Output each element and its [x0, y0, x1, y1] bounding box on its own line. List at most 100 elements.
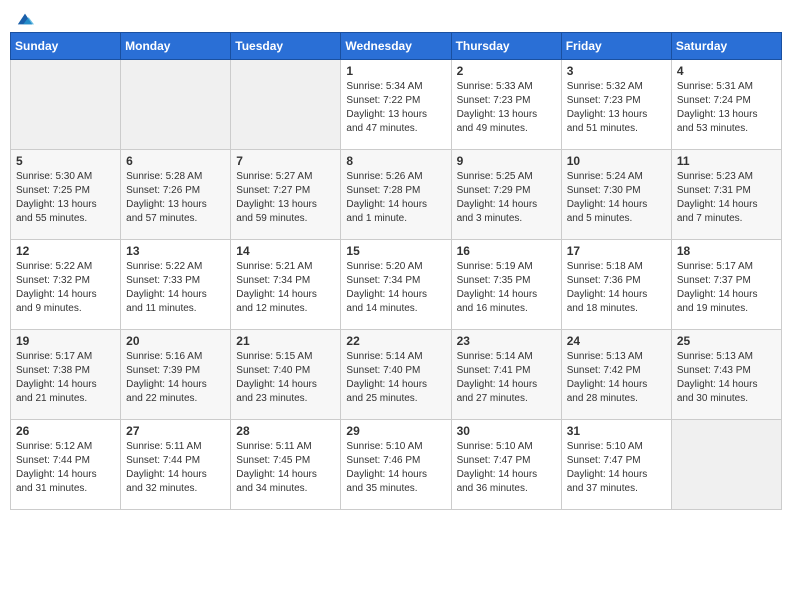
calendar-cell: 26 Sunrise: 5:12 AM Sunset: 7:44 PM Dayli… — [11, 420, 121, 510]
day-number: 3 — [567, 64, 666, 78]
day-info: Sunrise: 5:15 AM Sunset: 7:40 PM Dayligh… — [236, 350, 335, 406]
calendar-cell: 3Sunrise: 5:32 AM Sunset: 7:23 PM Daylig… — [561, 60, 671, 150]
calendar-cell — [11, 60, 121, 150]
day-info: Sunrise: 5:21 AM Sunset: 7:34 PM Dayligh… — [236, 260, 335, 316]
day-number: 8 — [346, 154, 445, 168]
calendar-cell: 4 Sunrise: 5:31 AM Sunset: 7:24 PM Daylig… — [671, 60, 781, 150]
day-info: Sunrise: 5:26 AM Sunset: 7:28 PM Dayligh… — [346, 170, 445, 226]
day-number: 26 — [16, 424, 115, 438]
day-info: Sunrise: 5:27 AM Sunset: 7:27 PM Dayligh… — [236, 170, 335, 226]
day-number: 14 — [236, 244, 335, 258]
day-number: 24 — [567, 334, 666, 348]
calendar-cell: 5 Sunrise: 5:30 AM Sunset: 7:25 PM Daylig… — [11, 150, 121, 240]
day-info: Sunrise: 5:12 AM Sunset: 7:44 PM Dayligh… — [16, 440, 115, 496]
calendar-cell: 12 Sunrise: 5:22 AM Sunset: 7:32 PM Dayli… — [11, 240, 121, 330]
day-number: 12 — [16, 244, 115, 258]
day-number: 9 — [457, 154, 556, 168]
day-info: Sunrise: 5:24 AM Sunset: 7:30 PM Dayligh… — [567, 170, 666, 226]
calendar-cell: 2Sunrise: 5:33 AM Sunset: 7:23 PM Daylig… — [451, 60, 561, 150]
day-info: Sunrise: 5:30 AM Sunset: 7:25 PM Dayligh… — [16, 170, 115, 226]
calendar-cell: 8 Sunrise: 5:26 AM Sunset: 7:28 PM Daylig… — [341, 150, 451, 240]
day-number: 4 — [677, 64, 776, 78]
day-info: Sunrise: 5:25 AM Sunset: 7:29 PM Dayligh… — [457, 170, 556, 226]
day-number: 20 — [126, 334, 225, 348]
day-number: 30 — [457, 424, 556, 438]
day-info: Sunrise: 5:10 AM Sunset: 7:47 PM Dayligh… — [567, 440, 666, 496]
day-info: Sunrise: 5:22 AM Sunset: 7:33 PM Dayligh… — [126, 260, 225, 316]
day-info: Sunrise: 5:13 AM Sunset: 7:42 PM Dayligh… — [567, 350, 666, 406]
day-number: 2 — [457, 64, 556, 78]
calendar-cell: 17 Sunrise: 5:18 AM Sunset: 7:36 PM Dayli… — [561, 240, 671, 330]
calendar-cell: 6 Sunrise: 5:28 AM Sunset: 7:26 PM Daylig… — [121, 150, 231, 240]
day-number: 22 — [346, 334, 445, 348]
weekday-header: Saturday — [671, 33, 781, 60]
calendar-cell: 7 Sunrise: 5:27 AM Sunset: 7:27 PM Daylig… — [231, 150, 341, 240]
weekday-header-row: SundayMondayTuesdayWednesdayThursdayFrid… — [11, 33, 782, 60]
day-info: Sunrise: 5:11 AM Sunset: 7:44 PM Dayligh… — [126, 440, 225, 496]
day-info: Sunrise: 5:11 AM Sunset: 7:45 PM Dayligh… — [236, 440, 335, 496]
day-info: Sunrise: 5:34 AM Sunset: 7:22 PM Dayligh… — [346, 80, 445, 136]
calendar-cell: 9 Sunrise: 5:25 AM Sunset: 7:29 PM Daylig… — [451, 150, 561, 240]
day-number: 31 — [567, 424, 666, 438]
weekday-header: Tuesday — [231, 33, 341, 60]
day-number: 10 — [567, 154, 666, 168]
calendar-cell — [231, 60, 341, 150]
day-number: 17 — [567, 244, 666, 258]
day-number: 18 — [677, 244, 776, 258]
calendar-cell: 30 Sunrise: 5:10 AM Sunset: 7:47 PM Dayli… — [451, 420, 561, 510]
day-number: 13 — [126, 244, 225, 258]
calendar-cell: 22Sunrise: 5:14 AM Sunset: 7:40 PM Dayli… — [341, 330, 451, 420]
calendar-cell: 18 Sunrise: 5:17 AM Sunset: 7:37 PM Dayli… — [671, 240, 781, 330]
week-row: 26 Sunrise: 5:12 AM Sunset: 7:44 PM Dayli… — [11, 420, 782, 510]
day-number: 21 — [236, 334, 335, 348]
day-info: Sunrise: 5:18 AM Sunset: 7:36 PM Dayligh… — [567, 260, 666, 316]
calendar-cell: 20Sunrise: 5:16 AM Sunset: 7:39 PM Dayli… — [121, 330, 231, 420]
page-header — [10, 10, 782, 24]
week-row: 1 Sunrise: 5:34 AM Sunset: 7:22 PM Daylig… — [11, 60, 782, 150]
logo-icon — [16, 10, 34, 28]
logo — [14, 10, 34, 24]
day-number: 1 — [346, 64, 445, 78]
day-number: 23 — [457, 334, 556, 348]
day-info: Sunrise: 5:13 AM Sunset: 7:43 PM Dayligh… — [677, 350, 776, 406]
calendar-cell: 24 Sunrise: 5:13 AM Sunset: 7:42 PM Dayli… — [561, 330, 671, 420]
calendar-cell: 14 Sunrise: 5:21 AM Sunset: 7:34 PM Dayli… — [231, 240, 341, 330]
day-number: 7 — [236, 154, 335, 168]
day-info: Sunrise: 5:10 AM Sunset: 7:46 PM Dayligh… — [346, 440, 445, 496]
day-number: 16 — [457, 244, 556, 258]
week-row: 19 Sunrise: 5:17 AM Sunset: 7:38 PM Dayli… — [11, 330, 782, 420]
day-number: 15 — [346, 244, 445, 258]
calendar-cell: 27 Sunrise: 5:11 AM Sunset: 7:44 PM Dayli… — [121, 420, 231, 510]
weekday-header: Sunday — [11, 33, 121, 60]
day-number: 28 — [236, 424, 335, 438]
calendar-cell: 19 Sunrise: 5:17 AM Sunset: 7:38 PM Dayli… — [11, 330, 121, 420]
week-row: 5 Sunrise: 5:30 AM Sunset: 7:25 PM Daylig… — [11, 150, 782, 240]
day-info: Sunrise: 5:28 AM Sunset: 7:26 PM Dayligh… — [126, 170, 225, 226]
calendar-cell: 23 Sunrise: 5:14 AM Sunset: 7:41 PM Dayli… — [451, 330, 561, 420]
day-info: Sunrise: 5:17 AM Sunset: 7:38 PM Dayligh… — [16, 350, 115, 406]
calendar-cell: 25 Sunrise: 5:13 AM Sunset: 7:43 PM Dayli… — [671, 330, 781, 420]
day-info: Sunrise: 5:31 AM Sunset: 7:24 PM Dayligh… — [677, 80, 776, 136]
calendar-cell: 16 Sunrise: 5:19 AM Sunset: 7:35 PM Dayli… — [451, 240, 561, 330]
day-info: Sunrise: 5:14 AM Sunset: 7:41 PM Dayligh… — [457, 350, 556, 406]
day-info: Sunrise: 5:10 AM Sunset: 7:47 PM Dayligh… — [457, 440, 556, 496]
weekday-header: Monday — [121, 33, 231, 60]
day-info: Sunrise: 5:19 AM Sunset: 7:35 PM Dayligh… — [457, 260, 556, 316]
day-number: 6 — [126, 154, 225, 168]
day-info: Sunrise: 5:17 AM Sunset: 7:37 PM Dayligh… — [677, 260, 776, 316]
day-number: 27 — [126, 424, 225, 438]
day-info: Sunrise: 5:23 AM Sunset: 7:31 PM Dayligh… — [677, 170, 776, 226]
day-info: Sunrise: 5:20 AM Sunset: 7:34 PM Dayligh… — [346, 260, 445, 316]
day-number: 29 — [346, 424, 445, 438]
calendar-cell: 10 Sunrise: 5:24 AM Sunset: 7:30 PM Dayli… — [561, 150, 671, 240]
day-number: 25 — [677, 334, 776, 348]
weekday-header: Wednesday — [341, 33, 451, 60]
calendar-table: SundayMondayTuesdayWednesdayThursdayFrid… — [10, 32, 782, 510]
calendar-cell: 21 Sunrise: 5:15 AM Sunset: 7:40 PM Dayli… — [231, 330, 341, 420]
day-number: 5 — [16, 154, 115, 168]
day-info: Sunrise: 5:22 AM Sunset: 7:32 PM Dayligh… — [16, 260, 115, 316]
day-number: 19 — [16, 334, 115, 348]
calendar-cell — [671, 420, 781, 510]
calendar-cell: 13 Sunrise: 5:22 AM Sunset: 7:33 PM Dayli… — [121, 240, 231, 330]
weekday-header: Friday — [561, 33, 671, 60]
